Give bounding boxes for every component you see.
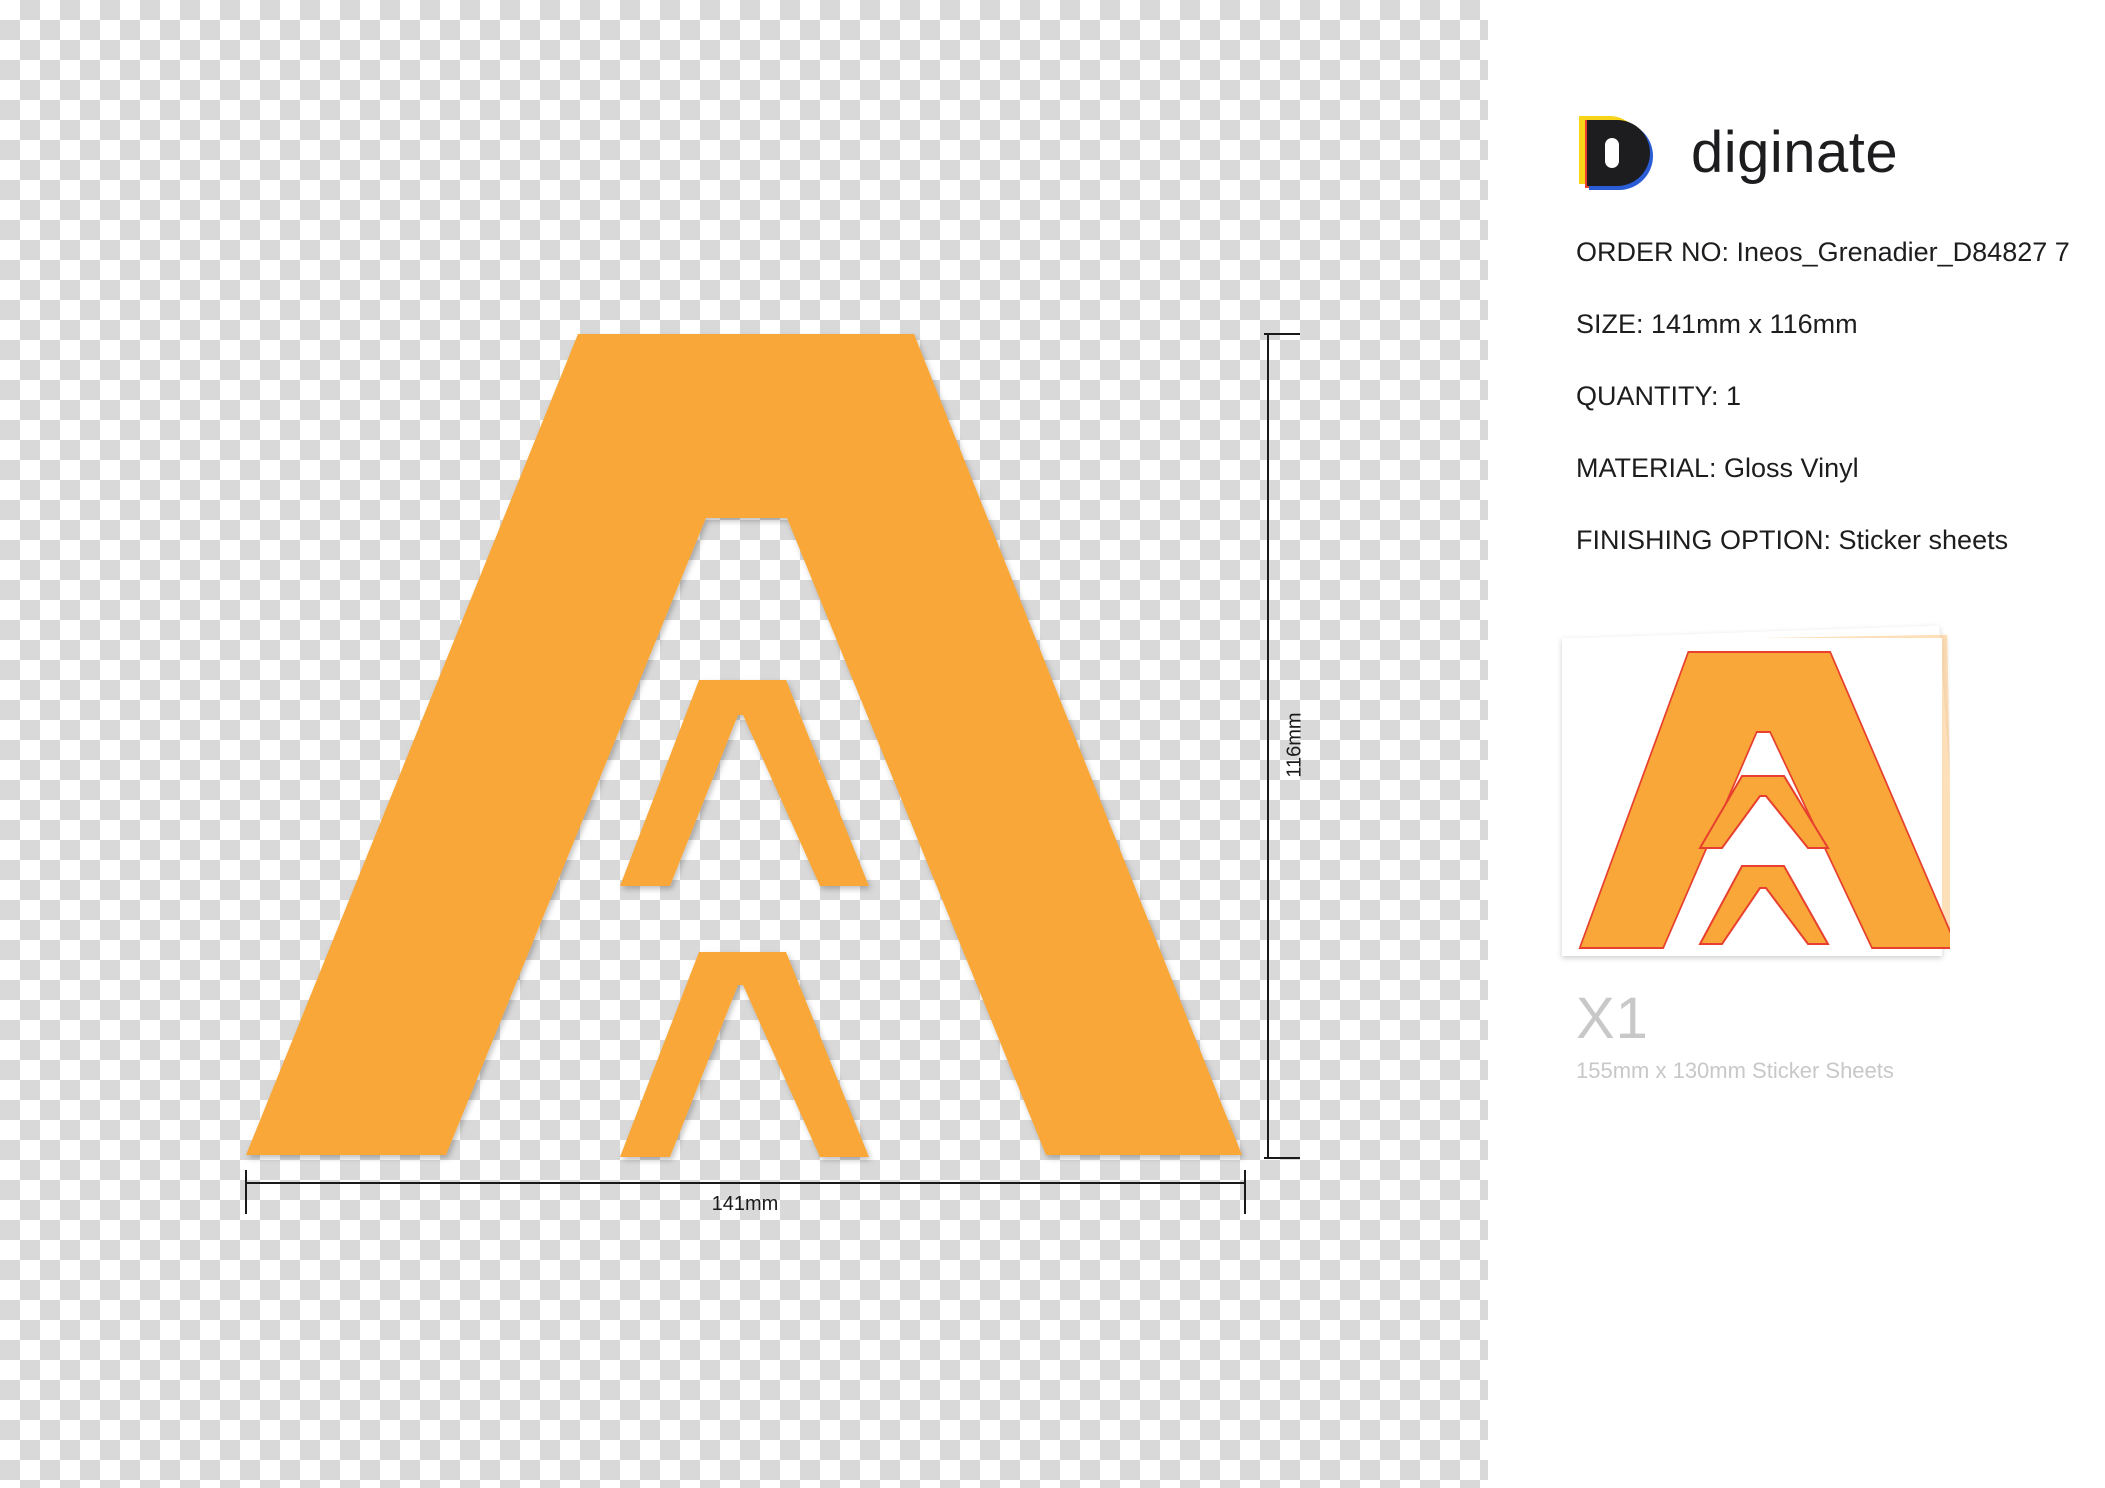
finishing-value: Sticker sheets: [1831, 525, 2009, 555]
material-label: MATERIAL:: [1576, 453, 1717, 483]
sticker-sheet-preview: [1562, 625, 1950, 956]
order-no-value: Ineos_Grenadier_D84827 7: [1729, 237, 2070, 267]
sticker-chevron-upper: [620, 680, 869, 886]
size-value: 141mm x 116mm: [1643, 309, 1858, 339]
brand-name: diginate: [1691, 119, 1899, 185]
quantity-row: QUANTITY: 1: [1576, 381, 1741, 412]
size-row: SIZE: 141mm x 116mm: [1576, 309, 1858, 340]
width-label: 141mm: [711, 1193, 779, 1215]
sticker-large-a: [246, 334, 1242, 1155]
material-row: MATERIAL: Gloss Vinyl: [1576, 453, 1859, 484]
sheet-count: X1: [1576, 986, 1649, 1051]
height-label: 116mm: [1283, 712, 1306, 778]
sticker-chevron-lower: [620, 952, 869, 1157]
quantity-value: 1: [1718, 381, 1742, 411]
quantity-label: QUANTITY:: [1576, 381, 1719, 411]
order-no-row: ORDER NO: Ineos_Grenadier_D84827 7: [1576, 237, 2070, 268]
order-no-label: ORDER NO:: [1576, 237, 1730, 267]
diginate-logo-icon: [1579, 116, 1653, 190]
sticker-artwork: [245, 333, 1300, 1214]
finishing-label: FINISHING OPTION:: [1576, 525, 1832, 555]
brand-logo: diginate: [1575, 112, 1898, 192]
order-info-panel: diginate ORDER NO: Ineos_Grenadier_D8482…: [1488, 0, 2105, 1488]
material-value: Gloss Vinyl: [1716, 453, 1859, 483]
artwork-canvas: 141mm 116mm: [0, 0, 1488, 1488]
finishing-row: FINISHING OPTION: Sticker sheets: [1576, 525, 2008, 556]
sheet-size-text: 155mm x 130mm Sticker Sheets: [1576, 1058, 1894, 1083]
size-label: SIZE:: [1576, 309, 1644, 339]
